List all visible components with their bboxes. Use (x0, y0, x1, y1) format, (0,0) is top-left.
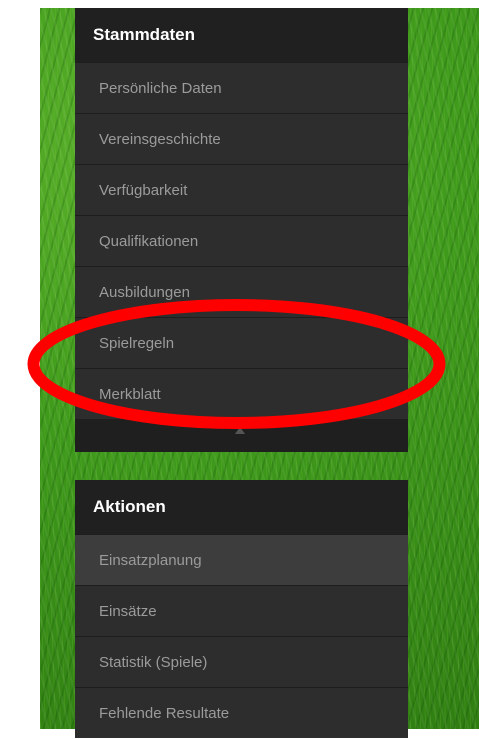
aktionen-panel: Aktionen Einsatzplanung Einsätze Statist… (75, 480, 408, 738)
menu-item-qualifikationen[interactable]: Qualifikationen (75, 215, 408, 266)
menu-item-persoenliche-daten[interactable]: Persönliche Daten (75, 62, 408, 113)
stammdaten-panel: Stammdaten Persönliche Daten Vereinsgesc… (75, 8, 408, 452)
menu-item-spielregeln[interactable]: Spielregeln (75, 317, 408, 368)
menu-item-fehlende-resultate[interactable]: Fehlende Resultate (75, 687, 408, 738)
menu-item-statistik-spiele[interactable]: Statistik (Spiele) (75, 636, 408, 687)
aktionen-header: Aktionen (75, 480, 408, 534)
menu-item-ausbildungen[interactable]: Ausbildungen (75, 266, 408, 317)
collapse-bar[interactable] (75, 419, 408, 452)
stammdaten-header: Stammdaten (75, 8, 408, 62)
menu-item-einsatzplanung[interactable]: Einsatzplanung (75, 534, 408, 585)
menu-item-vereinsgeschichte[interactable]: Vereinsgeschichte (75, 113, 408, 164)
menu-item-verfuegbarkeit[interactable]: Verfügbarkeit (75, 164, 408, 215)
menu-item-einsaetze[interactable]: Einsätze (75, 585, 408, 636)
chevron-up-icon (235, 427, 245, 434)
menu-item-merkblatt[interactable]: Merkblatt (75, 368, 408, 419)
